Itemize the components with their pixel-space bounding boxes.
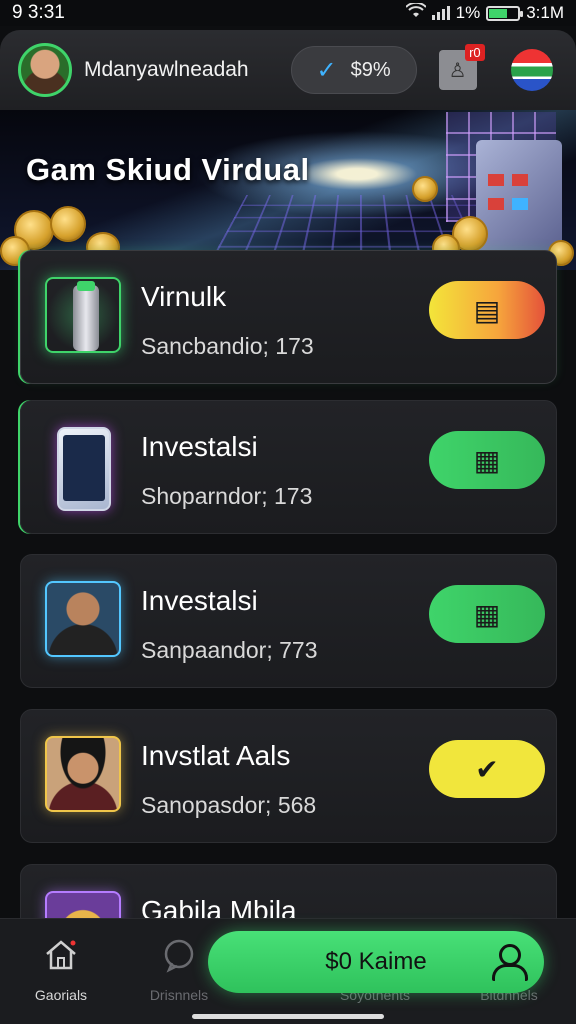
banner-title: Gam Skiud Virdual: [26, 152, 310, 187]
flag-icon[interactable]: [510, 49, 553, 91]
card-action-button[interactable]: ✔: [429, 740, 545, 798]
notification-badge: r0: [465, 44, 485, 61]
card-subtitle: Sanpaandor; 773: [141, 637, 318, 663]
home-icon: [16, 937, 106, 977]
notification-button[interactable]: ♙ r0: [438, 44, 485, 90]
list-item[interactable]: Invstlat Aals Sanopasdor; 568 ✔: [20, 709, 557, 843]
spray-can-icon: [45, 277, 121, 353]
balance-value: $9%: [350, 58, 391, 81]
building-graphic: [476, 140, 562, 252]
card-title: Virnulk: [141, 281, 227, 312]
coin-icon: [50, 206, 86, 242]
wifi-icon: [404, 1, 427, 24]
card-action-button[interactable]: ▤: [429, 281, 545, 339]
check-tag-icon: ✔: [475, 753, 499, 785]
status-bar: 9 3:31 1% 3:1M: [0, 0, 576, 26]
money-stack-icon: ▦: [473, 444, 501, 476]
card-title: Invstlat Aals: [141, 740, 291, 771]
home-indicator[interactable]: [192, 1014, 384, 1019]
status-indicators: 1% 3:1M: [404, 1, 564, 24]
list-item[interactable]: Virnulk Sancbandio; 173 ▤: [20, 250, 557, 384]
battery-percent: 1%: [455, 3, 481, 22]
nav-item-home[interactable]: Gaorials: [16, 937, 106, 1003]
status-time: 9 3:31: [12, 2, 65, 23]
card-subtitle: Shoparndor; 173: [141, 483, 313, 509]
app-header: Mdanyawlneadah ✓ $9% ♙ r0: [0, 30, 576, 110]
card-title: Investalsi: [141, 585, 258, 616]
username: Mdanyawlneadah: [84, 58, 249, 81]
card-subtitle: Sancbandio; 173: [141, 333, 314, 359]
nav-label: Gaorials: [34, 987, 88, 1003]
person-hat-portrait-icon: [45, 736, 121, 812]
balance-pill[interactable]: ✓ $9%: [290, 46, 417, 94]
user-icon: [490, 944, 528, 981]
person-portrait-icon: [45, 581, 121, 657]
card-title: Investalsi: [141, 431, 258, 462]
nav-label: Drisnnels: [149, 987, 209, 1003]
list-item[interactable]: Investalsi Sanpaandor; 773 ▦: [20, 554, 557, 688]
promo-banner[interactable]: Gam Skiud Virdual: [0, 110, 576, 270]
card-action-button[interactable]: ▦: [429, 585, 545, 643]
primary-action-button[interactable]: $0 Kaime: [208, 931, 544, 993]
card-action-button[interactable]: ▦: [429, 431, 545, 489]
check-icon: ✓: [316, 56, 337, 84]
battery-icon: [486, 5, 524, 21]
user-badge-icon: ♙: [448, 59, 467, 82]
money-stack-icon: ▦: [473, 598, 501, 630]
battery-time: 3:1M: [526, 3, 564, 22]
card-subtitle: Sanopasdor; 568: [141, 792, 317, 818]
signal-icon: [431, 6, 450, 20]
list-item[interactable]: Investalsi Shoparndor; 173 ▦: [20, 400, 557, 534]
coin-icon: [412, 176, 438, 202]
smartphone-icon: [45, 427, 121, 511]
gift-stack-icon: ▤: [473, 294, 501, 326]
primary-button-label: $0 Kaime: [325, 948, 427, 975]
avatar[interactable]: [18, 43, 72, 97]
bottom-navigation: Gaorials Drisnnels Soyotnents Bitdnnels …: [0, 918, 576, 1024]
